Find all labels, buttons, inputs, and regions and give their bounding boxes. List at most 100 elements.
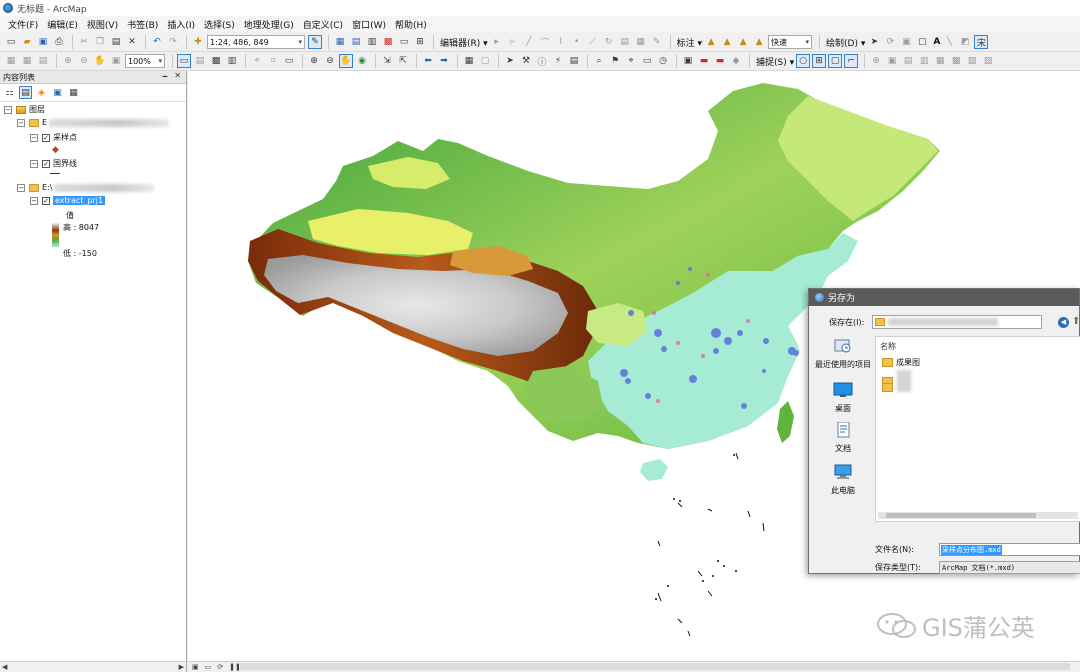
collapse-icon[interactable]: − bbox=[30, 196, 38, 205]
place-documents[interactable]: 文档 bbox=[811, 421, 875, 454]
vertex-snap-icon[interactable]: ▢ bbox=[828, 54, 843, 68]
arctoolbox-icon[interactable]: ▩ bbox=[381, 35, 395, 49]
find-icon[interactable]: ⌕ bbox=[592, 54, 606, 68]
back-arrow-icon[interactable]: ◀ bbox=[1058, 317, 1069, 328]
topology-icon-7[interactable]: ▧ bbox=[965, 54, 979, 68]
layout-view-icon[interactable]: ▭ bbox=[205, 663, 212, 671]
file-list-scrollbar[interactable] bbox=[878, 512, 1078, 519]
zoom-in-icon[interactable]: ⊕ bbox=[307, 54, 321, 68]
place-desktop[interactable]: 桌面 bbox=[811, 382, 875, 414]
select-elements-icon[interactable]: ➤ bbox=[867, 35, 881, 49]
rotate-icon[interactable]: ↻ bbox=[602, 35, 616, 49]
layer-visibility-checkbox[interactable]: ✓ bbox=[42, 159, 50, 168]
xy-icon[interactable]: ⌖ bbox=[624, 54, 638, 68]
lock-labels-icon[interactable]: ▲ bbox=[720, 35, 734, 49]
redo-icon[interactable]: ↷ bbox=[166, 35, 180, 49]
list-by-selection-icon[interactable]: ▣ bbox=[51, 86, 64, 99]
georef-icon-2[interactable]: ▦ bbox=[20, 54, 34, 68]
select-elements-icon-2[interactable]: ➤ bbox=[503, 54, 517, 68]
topology-icon-4[interactable]: ▥ bbox=[917, 54, 931, 68]
options-icon[interactable]: ▦ bbox=[67, 86, 80, 99]
catalog-icon[interactable]: ▦ bbox=[333, 35, 347, 49]
tree-group-1[interactable]: − E bbox=[17, 118, 170, 127]
layer-visibility-checkbox[interactable]: ✓ bbox=[42, 196, 50, 205]
back-extent-icon[interactable]: ⬅ bbox=[421, 54, 435, 68]
annotation-menu[interactable]: 标注 ▾ bbox=[677, 36, 702, 49]
attributes-icon[interactable]: ▤ bbox=[618, 35, 632, 49]
rotate-element-icon[interactable]: ⟳ bbox=[883, 35, 897, 49]
save-in-combo[interactable] bbox=[872, 315, 1043, 329]
new-text-button[interactable]: A bbox=[933, 37, 940, 47]
collapse-icon[interactable]: − bbox=[30, 159, 38, 168]
paste-icon[interactable]: ▤ bbox=[109, 35, 123, 49]
draw-menu[interactable]: 绘制(D) ▾ bbox=[826, 36, 865, 49]
filetype-select[interactable]: ArcMap 文档(*.mxd) bbox=[939, 561, 1080, 574]
full-layout-icon[interactable]: ▣ bbox=[109, 54, 123, 68]
toc-horizontal-scrollbar[interactable]: ◀ ▶ bbox=[0, 661, 186, 672]
topology-icon-5[interactable]: ▦ bbox=[933, 54, 947, 68]
straight-segment-icon[interactable]: ╱ bbox=[522, 35, 536, 49]
point-snap-icon[interactable]: ○ bbox=[796, 54, 811, 68]
geo-tool-icon-2[interactable]: ⌗ bbox=[266, 54, 280, 68]
topology-icon[interactable]: ⊕ bbox=[869, 54, 883, 68]
zoom-out-layout-icon[interactable]: ⊖ bbox=[77, 54, 91, 68]
file-list[interactable]: 名称 成果图 bbox=[875, 336, 1080, 522]
tree-root-layers[interactable]: − 图层 bbox=[4, 104, 45, 115]
new-document-icon[interactable]: ▭ bbox=[4, 35, 18, 49]
scroll-right-icon[interactable]: ▶ bbox=[179, 663, 184, 671]
search-window-icon[interactable]: ▥ bbox=[365, 35, 379, 49]
menu-bookmarks[interactable]: 书签(B) bbox=[127, 18, 158, 31]
georef-icon[interactable]: ▦ bbox=[4, 54, 18, 68]
open-icon[interactable]: ▰ bbox=[20, 35, 34, 49]
clear-selection-icon[interactable]: ▢ bbox=[478, 54, 492, 68]
list-by-source-icon[interactable]: ▤ bbox=[19, 86, 32, 99]
menu-help[interactable]: 帮助(H) bbox=[395, 18, 427, 31]
zoom-in-layout-icon[interactable]: ⊕ bbox=[61, 54, 75, 68]
find-route-icon-2[interactable]: ⚑ bbox=[608, 54, 622, 68]
zoom-out-icon[interactable]: ⊖ bbox=[323, 54, 337, 68]
sketch-properties-icon[interactable]: ▦ bbox=[634, 35, 648, 49]
editor-toolbar-icon[interactable]: ✎ bbox=[308, 35, 322, 49]
toc-pin-close-icon[interactable]: 🗕 ✕ bbox=[162, 70, 183, 84]
topology-icon-3[interactable]: ▤ bbox=[901, 54, 915, 68]
scroll-left-icon[interactable]: ◀ bbox=[2, 663, 7, 671]
fixed-zoom-out-icon[interactable]: ⇱ bbox=[396, 54, 410, 68]
menu-customize[interactable]: 自定义(C) bbox=[303, 18, 343, 31]
list-item[interactable]: 成果图 bbox=[882, 357, 920, 368]
undo-icon[interactable]: ↶ bbox=[150, 35, 164, 49]
zoom-whole-page-icon[interactable]: ▣ bbox=[899, 35, 913, 49]
tree-layer-border[interactable]: − ✓ 国界线 bbox=[30, 158, 77, 169]
line-icon[interactable]: ╲ bbox=[942, 35, 956, 49]
tree-layer-sampling[interactable]: − ✓ 采样点 bbox=[30, 132, 77, 143]
split-icon[interactable]: ⟋ bbox=[586, 35, 600, 49]
rectangle-icon[interactable]: ▢ bbox=[915, 35, 929, 49]
time-slider-icon[interactable]: ◷ bbox=[656, 54, 670, 68]
layout-toggle-icon[interactable]: ▭ bbox=[177, 54, 191, 68]
edit-annotation-icon[interactable]: ▹ bbox=[506, 35, 520, 49]
identify-icon[interactable]: ⓘ bbox=[535, 54, 549, 68]
end-snap-icon[interactable]: ⊞ bbox=[812, 54, 827, 68]
label-manager-icon[interactable]: ▲ bbox=[704, 35, 718, 49]
hyperlink-icon[interactable]: ▤ bbox=[567, 54, 581, 68]
menu-edit[interactable]: 编辑(E) bbox=[47, 18, 78, 31]
filename-value[interactable]: 采样点分布图.mxd bbox=[941, 544, 1002, 555]
edge-snap-icon[interactable]: ⌐ bbox=[844, 54, 859, 68]
menu-selection[interactable]: 选择(S) bbox=[204, 18, 235, 31]
tree-layer-raster[interactable]: − ✓ extract_prj1 bbox=[30, 196, 106, 205]
add-data-icon[interactable]: ✚ bbox=[191, 35, 205, 49]
list-by-visibility-icon[interactable]: ◈ bbox=[35, 86, 48, 99]
save-icon[interactable]: ▣ bbox=[36, 35, 50, 49]
collapse-icon[interactable]: − bbox=[17, 118, 25, 127]
select-features-icon[interactable]: ▦ bbox=[462, 54, 476, 68]
menu-file[interactable]: 文件(F) bbox=[8, 18, 38, 31]
data-view-icon[interactable]: ▤ bbox=[193, 54, 207, 68]
full-extent-icon[interactable]: ◉ bbox=[355, 54, 369, 68]
point-icon[interactable]: • bbox=[570, 35, 584, 49]
label-speed-combo[interactable]: 快速 ▾ bbox=[768, 35, 813, 49]
find-route-icon[interactable]: ▩ bbox=[209, 54, 223, 68]
collapse-icon[interactable]: − bbox=[17, 183, 25, 192]
fill-color-icon[interactable]: ◩ bbox=[958, 35, 972, 49]
up-folder-icon[interactable]: ⬆ bbox=[1072, 316, 1080, 327]
print-icon[interactable]: ⎙ bbox=[52, 35, 66, 49]
folder-connect-icon[interactable]: ▭ bbox=[282, 54, 296, 68]
